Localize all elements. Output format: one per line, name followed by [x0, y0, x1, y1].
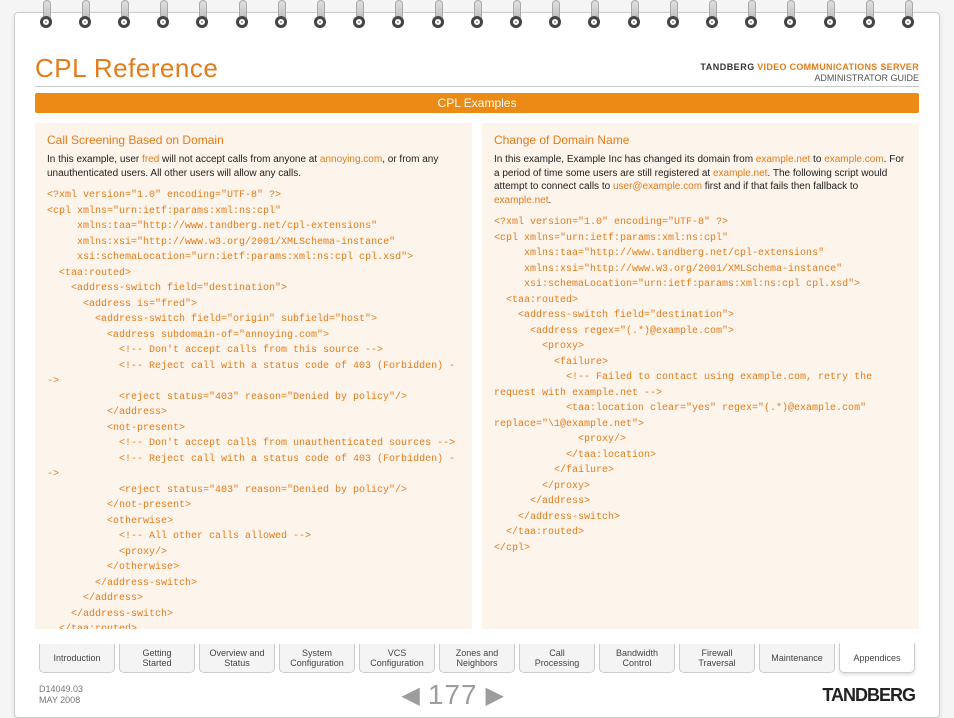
header-right: TANDBERG VIDEO COMMUNICATIONS SERVER ADM…	[700, 62, 919, 84]
footer: D14049.03 MAY 2008 ◀ 177 ▶ TANDBERG	[39, 679, 915, 711]
content-area: CPL Reference TANDBERG VIDEO COMMUNICATI…	[15, 39, 939, 629]
tab-zones-and-neighbors[interactable]: Zones andNeighbors	[439, 644, 515, 673]
tandberg-logo: TANDBERG	[822, 685, 915, 706]
right-column: Change of Domain Name In this example, E…	[482, 123, 919, 629]
page: CPL Reference TANDBERG VIDEO COMMUNICATI…	[14, 12, 940, 718]
tab-getting-started[interactable]: GettingStarted	[119, 644, 195, 673]
page-title: CPL Reference	[35, 53, 218, 84]
left-code-block: <?xml version="1.0" encoding="UTF-8" ?> …	[47, 188, 460, 629]
brand-name: TANDBERG	[700, 62, 754, 72]
left-intro: In this example, user fred will not acce…	[47, 153, 460, 180]
tab-call-processing[interactable]: CallProcessing	[519, 644, 595, 673]
columns: Call Screening Based on Domain In this e…	[35, 123, 919, 629]
right-heading: Change of Domain Name	[494, 133, 907, 147]
tab-bandwidth-control[interactable]: BandwidthControl	[599, 644, 675, 673]
header-row: CPL Reference TANDBERG VIDEO COMMUNICATI…	[35, 53, 919, 87]
tab-introduction[interactable]: Introduction	[39, 644, 115, 673]
left-column: Call Screening Based on Domain In this e…	[35, 123, 472, 629]
doc-date: MAY 2008	[39, 695, 83, 706]
tab-maintenance[interactable]: Maintenance	[759, 644, 835, 673]
tab-firewall-traversal[interactable]: FirewallTraversal	[679, 644, 755, 673]
footer-left: D14049.03 MAY 2008	[39, 684, 83, 706]
tab-overview-and-status[interactable]: Overview andStatus	[199, 644, 275, 673]
doc-subtitle: ADMINISTRATOR GUIDE	[700, 73, 919, 84]
tab-appendices[interactable]: Appendices	[839, 643, 915, 673]
pager: ◀ 177 ▶	[401, 679, 504, 711]
right-code-block: <?xml version="1.0" encoding="UTF-8" ?> …	[494, 215, 907, 556]
left-heading: Call Screening Based on Domain	[47, 133, 460, 147]
tab-system-configuration[interactable]: SystemConfiguration	[279, 644, 355, 673]
next-page-arrow[interactable]: ▶	[486, 681, 504, 710]
page-number: 177	[428, 679, 478, 711]
section-bar: CPL Examples	[35, 93, 919, 113]
right-intro: In this example, Example Inc has changed…	[494, 153, 907, 207]
tab-vcs-configuration[interactable]: VCSConfiguration	[359, 644, 435, 673]
prev-page-arrow[interactable]: ◀	[401, 681, 419, 710]
tab-bar: IntroductionGettingStartedOverview andSt…	[39, 644, 915, 673]
doc-id: D14049.03	[39, 684, 83, 695]
product-name: VIDEO COMMUNICATIONS SERVER	[757, 62, 919, 72]
